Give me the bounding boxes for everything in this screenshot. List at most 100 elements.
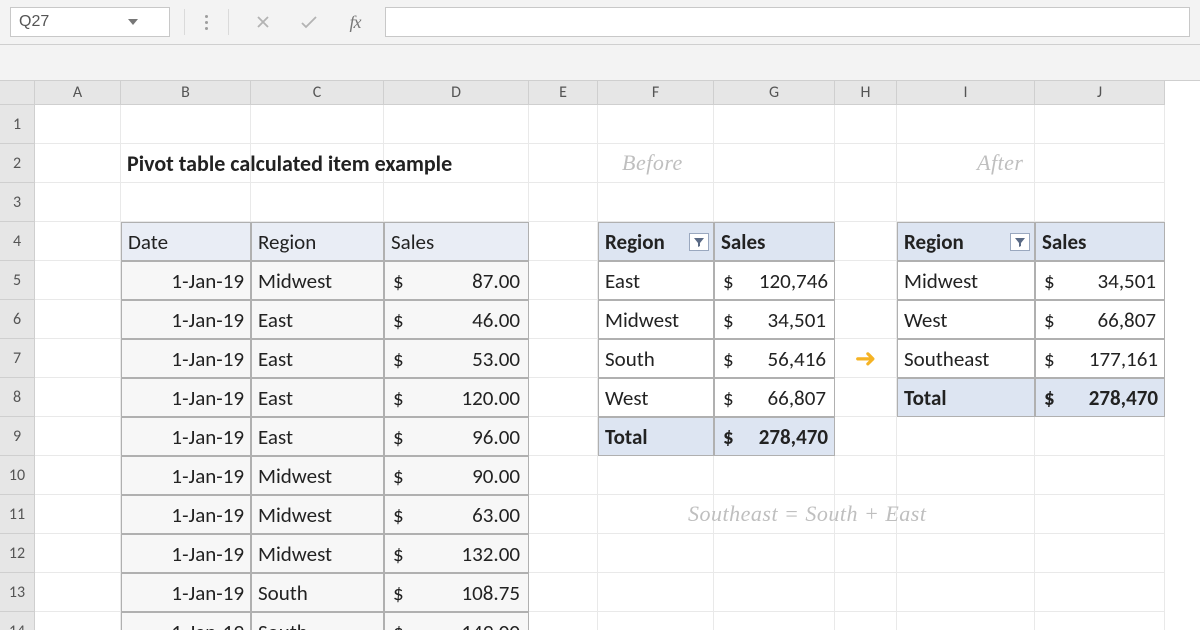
pivot-row-label[interactable]: Midwest <box>897 261 1035 300</box>
formula-bar: fx <box>0 0 1200 45</box>
table-cell[interactable]: East <box>251 378 384 417</box>
table-cell[interactable]: $108.75 <box>384 573 529 612</box>
name-box[interactable] <box>10 7 170 37</box>
insert-function-button[interactable]: fx <box>335 7 375 37</box>
row-header[interactable]: 5 <box>0 261 35 300</box>
col-header[interactable]: C <box>251 81 384 105</box>
table-cell[interactable]: Midwest <box>251 495 384 534</box>
table-cell[interactable]: South <box>251 573 384 612</box>
table-cell[interactable]: $46.00 <box>384 300 529 339</box>
row-header[interactable]: 6 <box>0 300 35 339</box>
col-header[interactable]: I <box>897 81 1035 105</box>
pivot-row-value[interactable]: $34,501 <box>1035 261 1165 300</box>
table-cell[interactable]: 1-Jan-19 <box>121 612 251 630</box>
row-header[interactable]: 1 <box>0 105 35 144</box>
table-cell[interactable]: East <box>251 417 384 456</box>
table-cell[interactable]: 1-Jan-19 <box>121 534 251 573</box>
table-cell[interactable]: 1-Jan-19 <box>121 339 251 378</box>
table-header[interactable]: Date <box>121 222 251 261</box>
pivot-row-label[interactable]: Southeast <box>897 339 1035 378</box>
filter-icon[interactable] <box>689 233 709 251</box>
select-all-corner[interactable] <box>0 81 35 105</box>
pivot-total-value[interactable]: $278,470 <box>714 417 835 456</box>
table-header[interactable]: Sales <box>384 222 529 261</box>
col-header[interactable]: H <box>835 81 897 105</box>
enter-button[interactable] <box>289 7 329 37</box>
formula-bar-resize-handle[interactable] <box>199 15 214 30</box>
pivot-row-label[interactable]: West <box>897 300 1035 339</box>
table-cell[interactable]: 1-Jan-19 <box>121 495 251 534</box>
table-cell[interactable]: $132.00 <box>384 534 529 573</box>
table-cell[interactable]: 1-Jan-19 <box>121 456 251 495</box>
table-cell[interactable]: 1-Jan-19 <box>121 573 251 612</box>
excel-window: fx A B C D E F G H I J 1 2 <box>0 0 1200 630</box>
pivot-row-value[interactable]: $177,161 <box>1035 339 1165 378</box>
pivot-row-label[interactable]: Midwest <box>598 300 714 339</box>
table-cell[interactable]: $120.00 <box>384 378 529 417</box>
row-header[interactable]: 4 <box>0 222 35 261</box>
col-header[interactable]: B <box>121 81 251 105</box>
col-header[interactable]: A <box>35 81 121 105</box>
table-cell[interactable]: $90.00 <box>384 456 529 495</box>
pivot-header-region[interactable]: Region <box>897 222 1035 261</box>
col-header[interactable]: G <box>714 81 835 105</box>
table-cell[interactable]: $53.00 <box>384 339 529 378</box>
table-cell[interactable]: $63.00 <box>384 495 529 534</box>
before-label: Before <box>622 150 683 176</box>
table-cell[interactable]: 1-Jan-19 <box>121 378 251 417</box>
formula-note: Southeast = South + East <box>688 501 926 527</box>
column-header-row: A B C D E F G H I J <box>0 81 1200 105</box>
table-cell[interactable]: East <box>251 300 384 339</box>
pivot-row-value[interactable]: $34,501 <box>714 300 835 339</box>
table-cell[interactable]: East <box>251 339 384 378</box>
spreadsheet-grid[interactable]: A B C D E F G H I J 1 2 Pivot table calc… <box>0 81 1200 630</box>
table-cell[interactable]: Midwest <box>251 534 384 573</box>
filter-icon[interactable] <box>1010 233 1030 251</box>
row-header[interactable]: 11 <box>0 495 35 534</box>
pivot-total-label[interactable]: Total <box>897 378 1035 417</box>
table-cell[interactable]: $96.00 <box>384 417 529 456</box>
name-box-input[interactable] <box>11 13 121 31</box>
cancel-button[interactable] <box>243 7 283 37</box>
table-header[interactable]: Region <box>251 222 384 261</box>
col-header[interactable]: F <box>598 81 714 105</box>
pivot-header-region[interactable]: Region <box>598 222 714 261</box>
row-header[interactable]: 12 <box>0 534 35 573</box>
table-cell[interactable]: $87.00 <box>384 261 529 300</box>
row-header[interactable]: 3 <box>0 183 35 222</box>
col-header[interactable]: D <box>384 81 529 105</box>
col-header[interactable]: J <box>1035 81 1165 105</box>
row-header[interactable]: 10 <box>0 456 35 495</box>
row-header[interactable]: 2 <box>0 144 35 183</box>
pivot-header-sales[interactable]: Sales <box>714 222 835 261</box>
pivot-row-value[interactable]: $66,807 <box>1035 300 1165 339</box>
table-cell[interactable]: $149.00 <box>384 612 529 630</box>
name-box-dropdown[interactable] <box>121 19 145 25</box>
table-cell[interactable]: 1-Jan-19 <box>121 417 251 456</box>
table-cell[interactable]: South <box>251 612 384 630</box>
ribbon-buffer <box>0 45 1200 81</box>
table-cell[interactable]: Midwest <box>251 261 384 300</box>
pivot-row-label[interactable]: South <box>598 339 714 378</box>
row-header[interactable]: 9 <box>0 417 35 456</box>
pivot-total-label[interactable]: Total <box>598 417 714 456</box>
pivot-row-value[interactable]: $56,416 <box>714 339 835 378</box>
row-header[interactable]: 14 <box>0 612 35 630</box>
row-header[interactable]: 13 <box>0 573 35 612</box>
after-label: After <box>977 150 1024 176</box>
table-cell[interactable]: Midwest <box>251 456 384 495</box>
row-header[interactable]: 7 <box>0 339 35 378</box>
table-cell[interactable]: 1-Jan-19 <box>121 261 251 300</box>
pivot-header-sales[interactable]: Sales <box>1035 222 1165 261</box>
table-cell[interactable]: 1-Jan-19 <box>121 300 251 339</box>
formula-input[interactable] <box>385 7 1190 37</box>
pivot-row-label[interactable]: West <box>598 378 714 417</box>
page-title: Pivot table calculated item example <box>127 150 452 177</box>
arrow-icon: ➜ <box>855 342 877 374</box>
pivot-total-value[interactable]: $278,470 <box>1035 378 1165 417</box>
pivot-row-value[interactable]: $66,807 <box>714 378 835 417</box>
pivot-row-label[interactable]: East <box>598 261 714 300</box>
row-header[interactable]: 8 <box>0 378 35 417</box>
pivot-row-value[interactable]: $120,746 <box>714 261 835 300</box>
col-header[interactable]: E <box>529 81 598 105</box>
